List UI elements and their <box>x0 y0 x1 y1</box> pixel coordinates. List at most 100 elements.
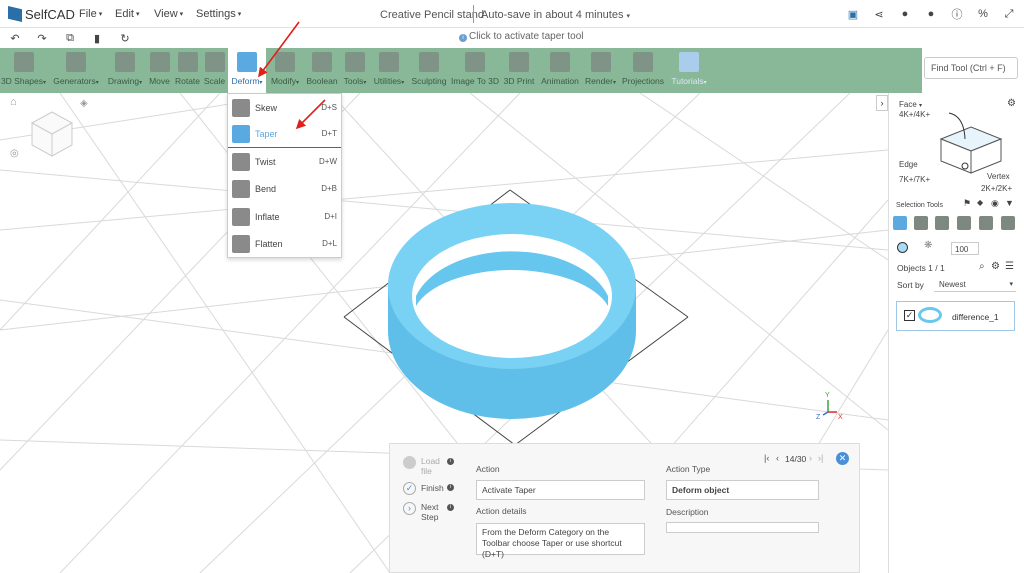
deform-inflate-item[interactable]: Inflate D+I <box>228 203 341 230</box>
tool-generators[interactable]: Generators▾ <box>49 48 103 93</box>
camera-settings-icon[interactable]: ◎ <box>10 148 19 159</box>
tool-render[interactable]: Render▾ <box>583 48 618 93</box>
face-mode-label[interactable]: Face ▾ <box>899 100 922 109</box>
orbit-icon[interactable]: ◈ <box>80 98 88 109</box>
small-cube-icon[interactable]: ◆ <box>977 198 983 207</box>
utilities-icon <box>379 52 399 72</box>
load-file-info-icon[interactable]: i <box>447 458 454 465</box>
deform-bend-item[interactable]: Bend D+B <box>228 175 341 202</box>
drawing-icon <box>115 52 135 72</box>
tool-3d-print[interactable]: 3D Print <box>502 48 536 93</box>
notification-bell-icon[interactable]: ● <box>898 7 912 21</box>
tool-deform[interactable]: Deform▾ <box>228 48 266 93</box>
brush-size-input[interactable]: 100 <box>951 242 979 255</box>
prev-step-icon[interactable]: ‹ <box>776 453 779 463</box>
undo-icon[interactable]: ↶ <box>8 31 22 45</box>
tool-animation[interactable]: Animation <box>538 48 582 93</box>
user-icon[interactable]: ● <box>924 7 938 21</box>
deform-skew-item[interactable]: Skew D+S <box>228 94 341 121</box>
tool-image-to-3d[interactable]: Image To 3D <box>450 48 500 93</box>
selfcad-logo-icon <box>8 6 22 22</box>
vertex-count: 2K+/2K+ <box>981 184 1013 193</box>
eye-icon[interactable]: ◉ <box>991 198 999 209</box>
tool-3d-shapes[interactable]: 3D Shapes▾ <box>0 48 47 93</box>
edge-mode-label[interactable]: Edge <box>899 160 918 169</box>
object-visibility-checkbox[interactable]: ✓ <box>904 310 915 321</box>
tools-icon <box>345 52 365 72</box>
load-file-icon[interactable] <box>403 456 416 469</box>
tool-scale[interactable]: Scale <box>203 48 226 93</box>
load-file-button[interactable]: Load file <box>421 456 441 476</box>
app-logo[interactable]: SelfCAD <box>8 6 75 22</box>
autosave-status[interactable]: Auto-save in about 4 minutes ▾ <box>481 9 630 21</box>
object-name[interactable]: difference_1 <box>952 312 999 322</box>
select-edges-icon[interactable] <box>935 216 949 230</box>
finish-check-icon[interactable]: ✓ <box>403 482 416 495</box>
brush-color-swatch[interactable] <box>897 242 908 253</box>
reset-icon[interactable]: ↻ <box>118 31 132 45</box>
search-icon[interactable]: ⌕ <box>979 261 985 272</box>
tool-utilities[interactable]: Utilities▾ <box>370 48 408 93</box>
select-lasso-icon[interactable] <box>1001 216 1015 230</box>
save-icon[interactable]: ▣ <box>846 7 860 21</box>
tool-projections[interactable]: Projections <box>620 48 666 93</box>
flag-icon[interactable]: ⚑ <box>963 198 971 209</box>
info-icon[interactable]: ⓘ <box>950 7 964 21</box>
printer-icon <box>509 52 529 72</box>
tool-tutorials[interactable]: Tutorials▾ <box>668 48 710 93</box>
tool-move[interactable]: Move <box>147 48 172 93</box>
share-icon[interactable]: ⋖ <box>872 7 886 21</box>
deform-flatten-item[interactable]: Flatten D+L <box>228 230 341 257</box>
select-faces-icon[interactable] <box>914 216 928 230</box>
menu-view[interactable]: View ▾ <box>154 8 183 20</box>
last-step-icon[interactable]: ›| <box>818 453 823 463</box>
sculpting-icon <box>419 52 439 72</box>
tool-sculpting[interactable]: Sculpting <box>410 48 448 93</box>
ring-object[interactable] <box>388 203 636 419</box>
copy-icon[interactable]: ⧉ <box>63 31 77 45</box>
percent-icon[interactable]: % <box>976 7 990 21</box>
view-cube-icon[interactable] <box>30 111 74 157</box>
first-step-icon[interactable]: |‹ <box>764 453 769 463</box>
next-step-button[interactable]: Next Step <box>421 502 443 522</box>
object-settings-icon[interactable]: ⚙ <box>991 261 1000 272</box>
tool-tools[interactable]: Tools▾ <box>341 48 369 93</box>
redo-icon[interactable]: ↷ <box>35 31 49 45</box>
step-progress: 14/30 <box>785 454 807 464</box>
finish-info-icon[interactable]: i <box>447 484 454 491</box>
sort-select[interactable]: Newest ▾ <box>934 280 1016 292</box>
find-tool-input[interactable]: Find Tool (Ctrl + F) <box>924 57 1018 79</box>
selection-mode-cube[interactable] <box>929 111 1009 181</box>
menu-file[interactable]: File ▾ <box>79 8 102 20</box>
pattern-icon[interactable]: ❋ <box>924 240 932 251</box>
settings-gear-icon[interactable]: ⚙ <box>1007 98 1016 109</box>
tool-modify[interactable]: Modify▾ <box>268 48 302 93</box>
vertex-mode-label[interactable]: Vertex <box>987 172 1010 181</box>
document-title[interactable]: Creative Pencil stand <box>380 9 484 21</box>
select-polygon-icon[interactable] <box>979 216 993 230</box>
tool-drawing[interactable]: Drawing▾ <box>104 48 146 93</box>
right-panel: Face ▾ 4K+/4K+ ⚙ Edge 7K+/7K+ Vertex 2K+… <box>888 93 1024 573</box>
next-step-icon[interactable]: › <box>403 502 416 515</box>
home-view-icon[interactable]: ⌂ <box>10 96 17 108</box>
fullscreen-icon[interactable]: ⤢ <box>1002 7 1016 21</box>
filter-icon[interactable]: ▼ <box>1005 198 1014 208</box>
tool-rotate[interactable]: Rotate <box>174 48 201 93</box>
list-view-icon[interactable]: ☰ <box>1005 261 1014 272</box>
next-step-info-icon[interactable]: i <box>447 504 454 511</box>
tool-boolean[interactable]: Boolean <box>304 48 340 93</box>
tutorial-panel: Load file i ✓ Finish i › Next Step i Act… <box>389 443 860 573</box>
deform-twist-item[interactable]: Twist D+W <box>228 148 341 175</box>
finish-button[interactable]: Finish <box>421 483 444 493</box>
select-cube-icon[interactable] <box>893 216 907 230</box>
collapse-panel-button[interactable]: › <box>876 95 888 111</box>
close-tutorial-icon[interactable]: ✕ <box>836 452 849 465</box>
next-step-arrow-icon[interactable]: › <box>809 453 812 463</box>
quick-actions-bar: ↶ ↷ ⧉ ▮ ↻ i Click to activate taper tool <box>0 28 1024 48</box>
deform-taper-item[interactable]: Taper D+T <box>228 120 341 147</box>
sort-by-label: Sort by <box>897 280 924 290</box>
menu-settings[interactable]: Settings ▾ <box>196 8 241 20</box>
select-sphere-icon[interactable] <box>957 216 971 230</box>
menu-edit[interactable]: Edit ▾ <box>115 8 139 20</box>
delete-icon[interactable]: ▮ <box>90 31 104 45</box>
